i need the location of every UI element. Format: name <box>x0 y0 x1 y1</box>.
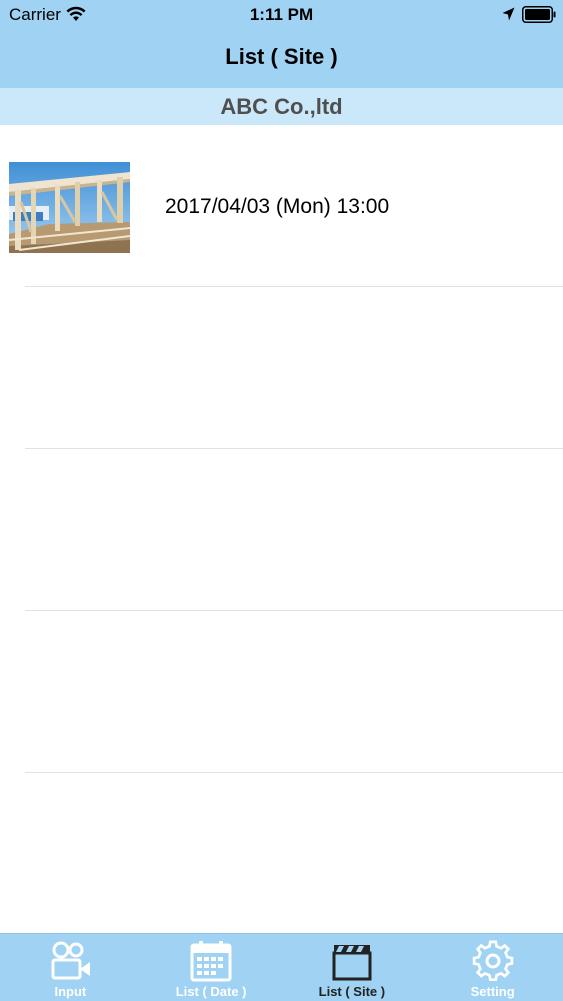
tab-bar: Input List ( Date ) List ( Site ) Settin… <box>0 933 563 1001</box>
top-bar: Carrier 1:11 PM List ( Site ) <box>0 0 563 88</box>
status-bar: Carrier 1:11 PM <box>0 0 563 30</box>
tab-list-date[interactable]: List ( Date ) <box>141 934 282 1001</box>
gear-icon <box>472 940 513 982</box>
tab-label: Input <box>54 984 87 999</box>
record-date: 2017/04/03 (Mon) 13:00 <box>165 195 390 218</box>
tab-input[interactable]: Input <box>0 934 141 1001</box>
calendar-icon <box>190 941 232 982</box>
status-time: 1:11 PM <box>249 5 314 24</box>
tab-setting[interactable]: Setting <box>422 934 563 1001</box>
location-icon <box>502 7 515 21</box>
record-list: 2017/04/03 (Mon) 13:00 <box>0 125 563 773</box>
clapperboard-icon <box>332 945 372 981</box>
section-header-site: ABC Co.,ltd <box>0 88 563 125</box>
tab-list-site[interactable]: List ( Site ) <box>282 934 423 1001</box>
empty-list-row <box>25 611 563 773</box>
battery-icon <box>522 6 556 23</box>
page-title: List ( Site ) <box>225 44 338 69</box>
tab-label: Setting <box>470 984 515 999</box>
tab-label: List ( Date ) <box>175 984 247 999</box>
record-thumbnail <box>9 162 130 253</box>
tab-label: List ( Site ) <box>318 984 386 999</box>
empty-list-row <box>25 449 563 611</box>
list-item[interactable]: 2017/04/03 (Mon) 13:00 <box>9 125 563 287</box>
construction-photo-icon <box>9 162 130 253</box>
empty-list-row <box>25 287 563 449</box>
video-camera-icon <box>51 941 91 980</box>
